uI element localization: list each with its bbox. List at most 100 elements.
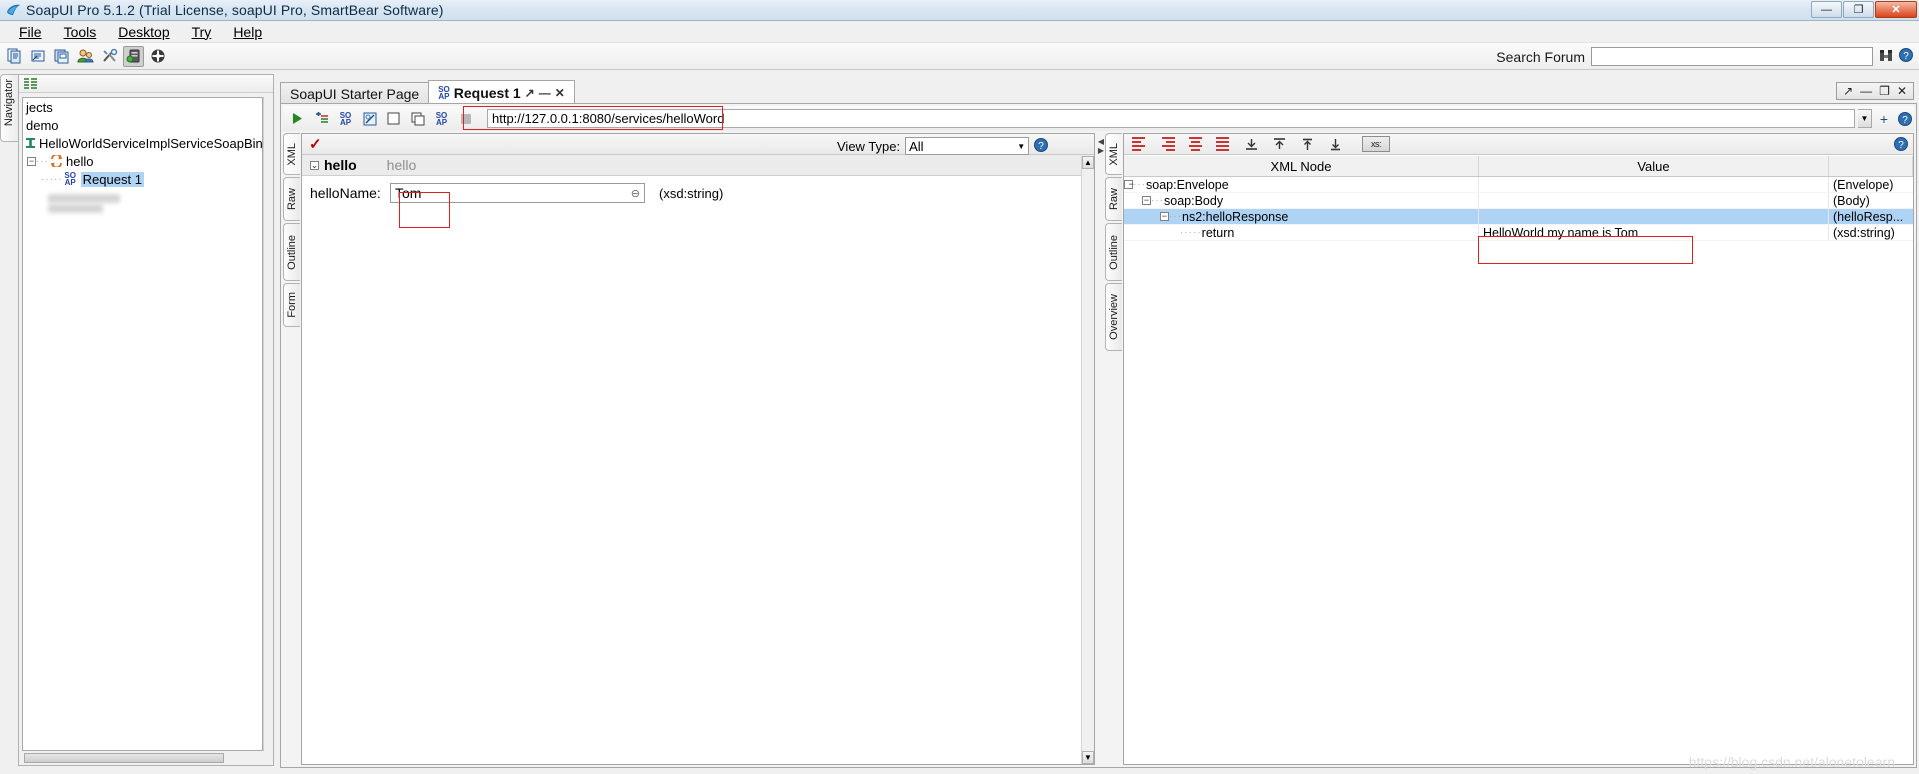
request-editor-panel: ↗ — ❐ ✕ SO AP SO AP http://127.0.0.1:808… [280, 82, 1917, 768]
tree-connector: ····· [41, 173, 63, 185]
chevron-down-icon[interactable]: ▼ [1017, 142, 1025, 151]
panel-maximize-icon[interactable]: ❐ [1879, 84, 1890, 98]
tree-node-projects[interactable]: jects [23, 98, 262, 116]
tab-maximize-icon[interactable]: ↗ [525, 86, 535, 100]
wsa-button[interactable]: SO AP [431, 109, 452, 129]
scroll-up-arrow-icon[interactable]: ▲ [1082, 156, 1094, 169]
response-tab-raw[interactable]: Raw [1105, 177, 1122, 221]
row-expander-envelope[interactable]: − [1124, 180, 1134, 189]
menu-item-file[interactable]: File [8, 22, 53, 42]
response-xml-tree-editor: xs: XML Node Value − ··· soap:Envelope (… [1123, 133, 1914, 765]
request-tab-raw[interactable]: Raw [283, 177, 300, 221]
mockservice-icon[interactable] [123, 45, 144, 67]
tree-node-operation-hello[interactable]: − ··· hello [23, 152, 262, 170]
table-row[interactable]: − ··· soap:Envelope (Envelope) [1124, 177, 1913, 193]
tree-node-demo[interactable]: demo [23, 116, 262, 134]
svg-text:?: ? [1903, 51, 1909, 62]
minimize-button[interactable]: — [1811, 1, 1842, 18]
table-row[interactable]: − ··· ns2:helloResponse (helloResp... [1124, 209, 1913, 225]
add-endpoint-icon[interactable]: + [1875, 109, 1893, 129]
one-way-button[interactable] [383, 109, 404, 129]
response-help-circle-icon[interactable]: ? [1894, 137, 1908, 154]
tree-node-interface[interactable]: HelloWorldServiceImplServiceSoapBind [23, 134, 262, 152]
menu-item-try[interactable]: Try [181, 22, 223, 42]
helloname-input[interactable]: Tom ⊖ [390, 183, 645, 203]
submit-request-button[interactable] [287, 109, 308, 129]
binoculars-icon[interactable] [1879, 48, 1893, 65]
collapse-all-icon[interactable] [24, 76, 38, 92]
table-row[interactable]: ····· return HelloWorld my name is Tom (… [1124, 225, 1913, 241]
panel-close-icon[interactable]: ✕ [1897, 84, 1907, 98]
tree-connector: ··· [1151, 195, 1164, 206]
panel-restore-icon[interactable]: ↗ [1843, 84, 1853, 98]
move-top-icon[interactable] [1300, 137, 1315, 151]
request-help-circle-icon[interactable]: ? [1896, 109, 1914, 129]
xml-node-envelope: soap:Envelope [1146, 177, 1229, 192]
tab-minimize-icon[interactable]: — [539, 86, 551, 100]
create-testcase-button[interactable] [359, 109, 380, 129]
response-tab-raw-label: Raw [1108, 187, 1120, 210]
align-center-icon[interactable] [1188, 137, 1203, 151]
move-down-icon[interactable] [1244, 137, 1259, 151]
chevron-down-icon[interactable]: ▼ [1858, 109, 1872, 128]
panel-window-controls[interactable]: ↗ — ❐ ✕ [1836, 82, 1914, 100]
panel-minimize-icon[interactable]: — [1860, 84, 1872, 98]
xml-type-return: (xsd:string) [1833, 225, 1895, 240]
request-tab-form[interactable]: Form [283, 283, 300, 327]
endpoint-url-field[interactable]: http://127.0.0.1:8080/services/helloWord [487, 109, 1855, 128]
close-button[interactable]: ✕ [1875, 1, 1917, 18]
view-type-select[interactable]: All ▼ [905, 137, 1030, 155]
row-expander-body[interactable]: − [1142, 196, 1151, 205]
soap-format-button[interactable]: SO AP [335, 109, 356, 129]
splitter-left-arrow-icon[interactable]: ◀ [1098, 137, 1104, 146]
import-project-icon[interactable] [27, 46, 48, 67]
tree-node-request-1[interactable]: ····· SO AP Request 1 [23, 170, 262, 188]
scrollbar-thumb[interactable] [24, 753, 224, 763]
align-left-icon[interactable] [1132, 137, 1147, 151]
window-controls[interactable]: — ❐ ✕ [1811, 1, 1917, 18]
splitter-right-arrow-icon[interactable]: ▶ [1098, 146, 1104, 155]
tab-request-1[interactable]: SO AP Request 1 ↗ — ✕ [428, 80, 575, 104]
align-justify-icon[interactable] [1216, 137, 1231, 151]
move-up-icon[interactable] [1272, 137, 1287, 151]
align-right-icon[interactable] [1160, 137, 1175, 151]
stop-button[interactable] [455, 109, 476, 129]
group-expander-icon[interactable]: ⌄ [310, 160, 319, 170]
restore-button[interactable]: ❐ [1843, 1, 1874, 18]
menu-item-desktop[interactable]: Desktop [107, 22, 180, 42]
tab-close-icon[interactable]: ✕ [555, 86, 565, 100]
navigator-horizontal-scrollbar[interactable] [22, 752, 263, 764]
pane-splitter[interactable]: ◀ ▶ [1097, 137, 1105, 155]
save-all-icon[interactable] [51, 46, 72, 67]
preferences-icon[interactable] [99, 46, 120, 67]
menu-item-help[interactable]: Help [222, 22, 273, 42]
tab-soapui-starter-page[interactable]: SoapUI Starter Page [280, 82, 430, 104]
request-editor-vertical-scrollbar[interactable]: ▲ ▼ [1081, 156, 1094, 764]
request-tab-xml[interactable]: XML [283, 133, 300, 175]
view-type-help-circle-icon[interactable]: ? [1034, 137, 1049, 155]
table-row[interactable]: − ··· soap:Body (Body) [1124, 193, 1913, 209]
tree-expander-hello[interactable]: − [27, 156, 36, 166]
navigator-vertical-scrollbar[interactable] [263, 97, 273, 751]
project-tree[interactable]: jects demo HelloWorldServiceImplServiceS… [22, 97, 263, 751]
search-input[interactable] [1591, 47, 1873, 66]
response-tab-xml[interactable]: XML [1105, 133, 1122, 175]
menu-item-tools[interactable]: Tools [53, 22, 108, 42]
xsd-toggle-button[interactable]: xs: [1362, 136, 1390, 152]
endpoint-url-value: http://127.0.0.1:8080/services/helloWord [492, 111, 725, 126]
clear-icon[interactable]: ⊖ [631, 187, 640, 200]
row-expander-helloresponse[interactable]: − [1160, 212, 1169, 221]
navigator-tab[interactable]: Navigator [0, 74, 18, 142]
response-tab-outline[interactable]: Outline [1105, 223, 1122, 281]
new-project-icon[interactable] [3, 46, 24, 67]
clone-request-button[interactable] [407, 109, 428, 129]
response-tab-overview[interactable]: Overview [1105, 283, 1122, 351]
scroll-down-arrow-icon[interactable]: ▼ [1082, 751, 1094, 764]
move-bottom-icon[interactable] [1328, 137, 1343, 151]
tree-node-interface-label: HelloWorldServiceImplServiceSoapBind [39, 135, 263, 151]
add-assertion-button[interactable] [311, 109, 332, 129]
request-tab-outline[interactable]: Outline [283, 223, 300, 281]
forum-icon[interactable] [75, 46, 96, 67]
help-icon[interactable] [147, 46, 168, 67]
help-circle-icon[interactable]: ? [1899, 48, 1913, 65]
